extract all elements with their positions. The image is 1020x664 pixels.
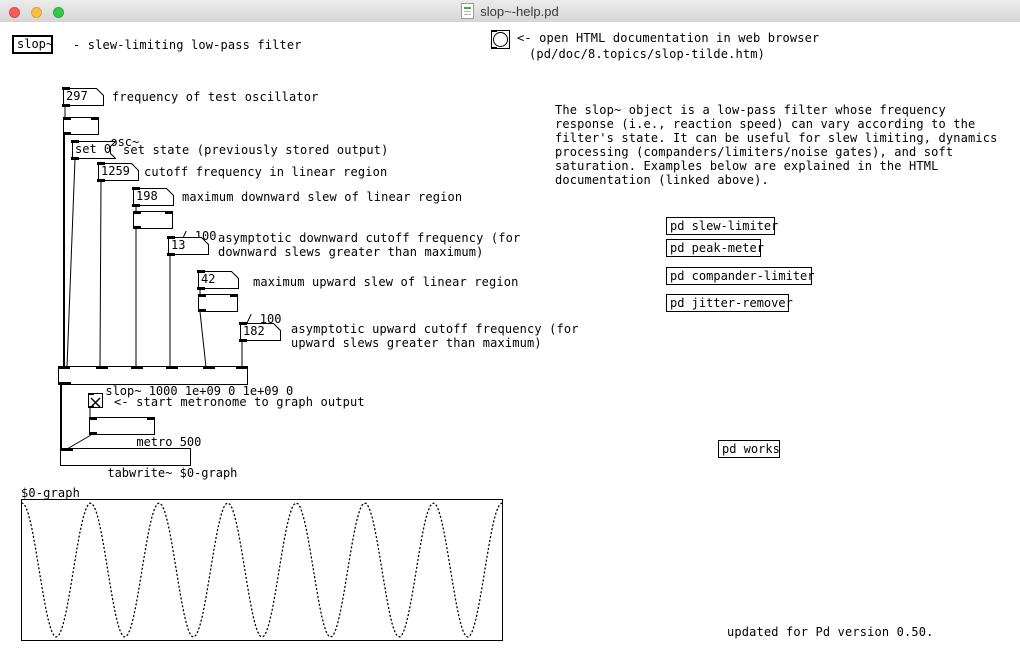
outlet-nub	[62, 104, 70, 107]
bang-button[interactable]	[491, 30, 510, 49]
inlet-nub	[60, 448, 73, 451]
inlet-nub	[89, 417, 97, 420]
subpatch-jitter-remover[interactable]: pd jitter-remover	[666, 294, 789, 312]
inlet-nub	[88, 393, 94, 395]
down-asym-number-box[interactable]: 13	[168, 237, 209, 255]
outlet-nub	[71, 157, 79, 160]
set-message-box[interactable]: set 0	[72, 141, 116, 159]
toggle-comment: <- start metronome to graph output	[114, 395, 365, 409]
inlet-nub	[132, 187, 140, 190]
inlet-nub	[62, 87, 70, 90]
subpatch-peak-meter[interactable]: pd peak-meter	[666, 239, 761, 257]
inlet-nub	[230, 294, 238, 297]
up-asym-comment: asymptotic upward cutoff frequency (for …	[291, 322, 579, 350]
cutoff-number-box[interactable]: 1259	[98, 163, 139, 181]
bang-circle-icon	[493, 32, 508, 47]
outlet-nub	[491, 47, 497, 49]
set-comment: set state (previously stored output)	[123, 143, 389, 157]
patch-canvas[interactable]: slop~ - slew-limiting low-pass filter <-…	[0, 22, 1020, 664]
up-slew-number-box[interactable]: 42	[198, 271, 239, 289]
subject-object-box: slop~	[12, 35, 53, 54]
subpatch-slew-limiter[interactable]: pd slew-limiter	[666, 217, 775, 235]
inlet-nub	[239, 322, 247, 325]
inlet-nub	[203, 366, 215, 369]
up-slew-comment: maximum upward slew of linear region	[253, 275, 519, 289]
divide-object-box: / 100	[133, 211, 173, 229]
inlet-nub	[166, 366, 178, 369]
inlet-nub	[197, 270, 205, 273]
inlet-nub	[167, 236, 175, 239]
inlet-nub	[165, 211, 173, 214]
inlet-nub	[71, 140, 79, 143]
divide-object-box: / 100	[198, 294, 238, 312]
subpatch-compander-limiter[interactable]: pd compander-limiter	[666, 267, 812, 285]
title-bar: slop~-help.pd	[0, 0, 1020, 23]
down-slew-number-box[interactable]: 198	[133, 188, 174, 206]
down-slew-comment: maximum downward slew of linear region	[182, 190, 462, 204]
up-asym-number-box[interactable]: 182	[240, 323, 281, 341]
outlet-nub	[167, 253, 175, 256]
title-group: slop~-help.pd	[461, 3, 558, 19]
outlet-nub	[133, 226, 141, 229]
outlet-nub	[239, 339, 247, 342]
close-button[interactable]	[9, 7, 20, 18]
minimize-button[interactable]	[31, 7, 42, 18]
toggle-checkbox[interactable]	[88, 393, 103, 408]
doc-path-comment: (pd/doc/8.topics/slop-tilde.htm)	[529, 47, 765, 61]
doc-comment: <- open HTML documentation in web browse…	[517, 31, 819, 45]
inlet-nub	[91, 117, 99, 120]
inlet-nub	[63, 117, 71, 120]
outlet-nub	[88, 406, 94, 408]
inlet-nub	[96, 366, 108, 369]
footer-comment: updated for Pd version 0.50.	[727, 625, 934, 639]
freq-number-box[interactable]: 297	[63, 88, 104, 106]
inlet-nub	[147, 417, 155, 420]
outlet-nub	[132, 204, 140, 207]
zoom-button[interactable]	[53, 7, 64, 18]
sine-wave-plot	[22, 500, 502, 640]
outlet-nub	[97, 179, 105, 182]
inlet-nub	[97, 162, 105, 165]
slop-object-box: slop~ 1000 1e+09 0 1e+09 0	[58, 366, 248, 385]
window-title: slop~-help.pd	[480, 4, 558, 19]
graph-label: $0-graph	[21, 486, 80, 500]
metro-object-box: metro 500	[89, 417, 155, 435]
cutoff-comment: cutoff frequency in linear region	[144, 165, 387, 179]
tabwrite-object-box: tabwrite~ $0-graph	[60, 448, 191, 466]
inlet-nub	[198, 294, 206, 297]
subject-comment: - slew-limiting low-pass filter	[73, 38, 302, 52]
inlet-nub	[58, 366, 70, 369]
pd-patch-window: slop~-help.pd slop~ - slew-limiting low-…	[0, 0, 1020, 664]
inlet-nub	[491, 30, 497, 32]
inlet-nub	[131, 366, 143, 369]
graph-array-display	[21, 499, 503, 641]
outlet-nub	[197, 287, 205, 290]
outlet-nub	[63, 132, 71, 135]
outlet-nub	[89, 432, 97, 435]
down-asym-comment: asymptotic downward cutoff frequency (fo…	[218, 231, 520, 259]
outlet-nub	[198, 309, 206, 312]
document-icon	[461, 3, 474, 19]
subpatch-works[interactable]: pd works	[718, 440, 780, 458]
description-comment: The slop~ object is a low-pass filter wh…	[555, 103, 997, 187]
inlet-nub	[236, 366, 248, 369]
osc-object-box: osc~	[63, 117, 99, 135]
inlet-nub	[133, 211, 141, 214]
outlet-nub	[58, 382, 71, 385]
freq-comment: frequency of test oscillator	[112, 90, 319, 104]
